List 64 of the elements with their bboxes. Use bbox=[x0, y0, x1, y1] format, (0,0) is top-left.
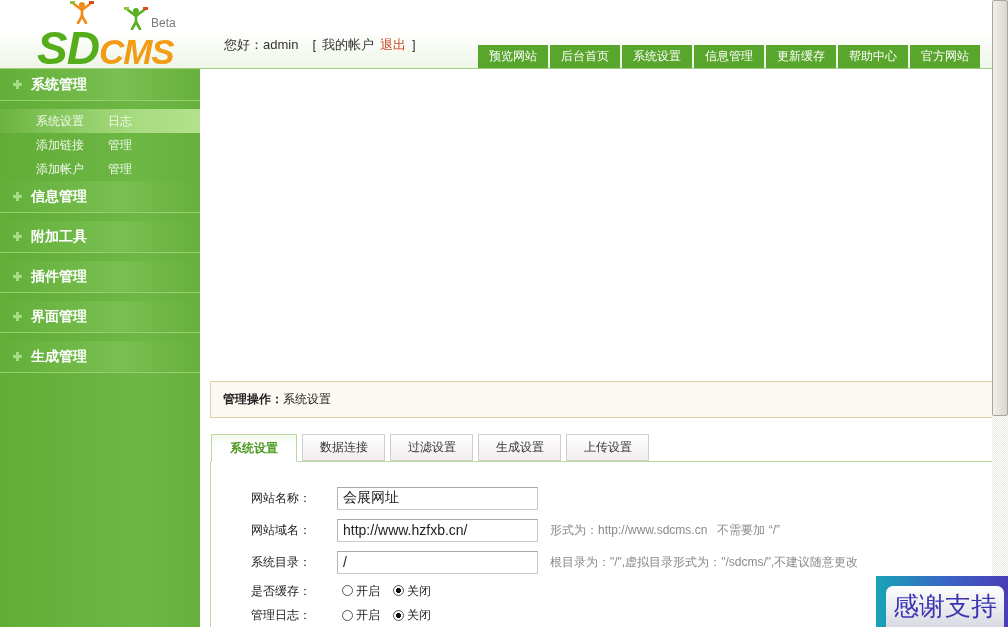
nav-button[interactable]: 后台首页 bbox=[550, 45, 620, 68]
plus-icon bbox=[13, 80, 22, 89]
field-label: 网站名称： bbox=[251, 490, 312, 506]
nav-button[interactable]: 官方网站 bbox=[910, 45, 980, 68]
nav-button[interactable]: 系统设置 bbox=[622, 45, 692, 68]
radio-icon[interactable] bbox=[342, 610, 353, 621]
nav-button[interactable]: 更新缓存 bbox=[766, 45, 836, 68]
account-bracket: [ bbox=[312, 37, 317, 53]
tab[interactable]: 系统设置 bbox=[211, 434, 297, 462]
field-label: 是否缓存： bbox=[251, 583, 312, 599]
field-label: 系统目录： bbox=[251, 554, 312, 570]
tab[interactable]: 数据连接 bbox=[302, 434, 385, 461]
figure-icon bbox=[68, 0, 96, 24]
support-link[interactable]: 感谢支持 bbox=[886, 586, 1004, 627]
sidebar-link[interactable]: 系统设置 bbox=[36, 113, 108, 129]
nav-button[interactable]: 预览网站 bbox=[478, 45, 548, 68]
plus-icon bbox=[13, 352, 22, 361]
hint-text: 根目录为："/",虚拟目录形式为："/sdcms/",不建议随意更改 bbox=[550, 554, 859, 570]
tab[interactable]: 过滤设置 bbox=[390, 434, 473, 461]
text-input[interactable]: 会展网址 bbox=[337, 486, 538, 510]
account-bracket: ] bbox=[412, 37, 416, 53]
field-label: 管理日志： bbox=[251, 608, 312, 623]
sidebar-link[interactable]: 管理 bbox=[108, 137, 132, 153]
tab[interactable]: 上传设置 bbox=[566, 434, 649, 461]
logo-text: SDCMS bbox=[37, 30, 174, 67]
sidebar-section[interactable]: 附加工具 bbox=[0, 221, 200, 253]
plus-icon bbox=[13, 272, 22, 281]
text-input[interactable]: http://www.hzfxb.cn/ bbox=[337, 518, 538, 542]
plus-icon bbox=[13, 312, 22, 321]
scrollbar-thumb[interactable] bbox=[992, 0, 1008, 416]
plus-icon bbox=[13, 192, 22, 201]
radio-icon[interactable] bbox=[393, 610, 404, 621]
account-link[interactable]: 我的帐户 bbox=[322, 37, 375, 53]
greeting-text: 您好：admin bbox=[224, 37, 299, 53]
scrollbar[interactable] bbox=[992, 0, 1008, 576]
radio-icon[interactable] bbox=[342, 585, 353, 597]
sidebar-section[interactable]: 系统管理 bbox=[0, 69, 200, 101]
breadcrumb-text: 管理操作：系统设置 bbox=[223, 392, 331, 407]
hint-text: 形式为：http://www.sdcms.cn 不需要加 “/” bbox=[550, 522, 781, 538]
logout-link[interactable]: 退出 bbox=[380, 37, 407, 53]
sidebar-item[interactable]: 添加链接 管理 bbox=[0, 133, 200, 157]
sidebar-section[interactable]: 信息管理 bbox=[0, 181, 200, 213]
plus-icon bbox=[13, 232, 22, 241]
figure-icon bbox=[122, 6, 150, 30]
radio-option[interactable]: 关闭 bbox=[393, 583, 431, 599]
sidebar-section[interactable]: 生成管理 bbox=[0, 341, 200, 373]
radio-option[interactable]: 关闭 bbox=[393, 608, 431, 623]
radio-icon[interactable] bbox=[393, 585, 404, 597]
field-label: 网站域名： bbox=[251, 522, 312, 538]
beta-label: Beta bbox=[151, 17, 176, 29]
sidebar-link[interactable]: 管理 bbox=[108, 161, 132, 177]
radio-option[interactable]: 开启 bbox=[342, 608, 380, 623]
text-input[interactable]: / bbox=[337, 550, 538, 574]
nav-button[interactable]: 帮助中心 bbox=[838, 45, 908, 68]
sidebar-link[interactable]: 添加帐户 bbox=[36, 161, 108, 177]
sidebar-item[interactable]: 添加帐户 管理 bbox=[0, 157, 200, 181]
nav-button[interactable]: 信息管理 bbox=[694, 45, 764, 68]
sidebar-item[interactable]: 系统设置 日志 bbox=[0, 109, 200, 133]
radio-option[interactable]: 开启 bbox=[342, 583, 380, 599]
sidebar-link[interactable]: 添加链接 bbox=[36, 137, 108, 153]
sidebar-section[interactable]: 界面管理 bbox=[0, 301, 200, 333]
sidebar-section[interactable]: 插件管理 bbox=[0, 261, 200, 293]
sidebar-link[interactable]: 日志 bbox=[108, 113, 132, 129]
tab[interactable]: 生成设置 bbox=[478, 434, 561, 461]
